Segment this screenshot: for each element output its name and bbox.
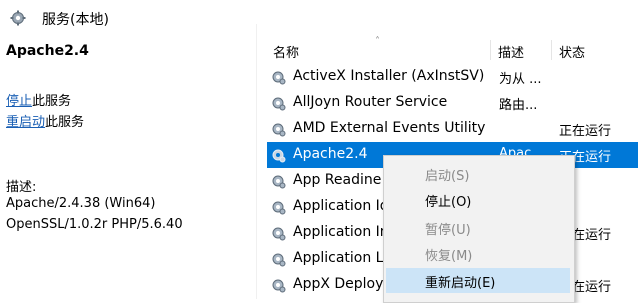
column-divider[interactable] [551, 40, 552, 60]
restart-action-suffix: 此服务 [45, 115, 85, 130]
service-row[interactable]: AllJoyn Router Service 路由... [267, 90, 638, 116]
sort-indicator-icon: ˄ [375, 36, 380, 47]
restart-service-link[interactable]: 重启动 [6, 115, 45, 130]
stop-action-suffix: 此服务 [32, 94, 72, 109]
description-label: 描述: [6, 180, 37, 195]
menu-item-start[interactable]: 启动(S) [386, 161, 570, 186]
menu-item-label: 重新启动(E) [425, 276, 496, 291]
service-row[interactable]: AMD External Events Utility 正在运行 [267, 116, 638, 142]
service-gear-icon [270, 69, 286, 85]
stop-service-link[interactable]: 停止 [6, 94, 32, 109]
service-gear-icon [270, 121, 286, 137]
service-name-cell: Apache2.4 [293, 146, 368, 162]
service-detail-pane: Apache2.4 停止此服务 重启动此服务 描述: Apache/2.4.38… [0, 36, 256, 299]
service-gear-icon [270, 225, 286, 241]
menu-item-resume[interactable]: 恢复(M) [386, 241, 570, 266]
service-name-cell: ActiveX Installer (AxInstSV) [293, 68, 485, 84]
menu-item-pause[interactable]: 暂停(U) [386, 215, 570, 240]
service-name-cell: Application L [293, 250, 384, 266]
description-line: OpenSSL/1.0.2r PHP/5.6.40 [6, 217, 183, 232]
service-gear-icon [270, 95, 286, 111]
context-menu: 启动(S) 停止(O) 暂停(U) 恢复(M) 重新启动(E) [383, 155, 575, 303]
column-divider[interactable] [490, 40, 491, 60]
stop-action-line: 停止此服务 [6, 90, 71, 109]
service-name-cell: App Readine [293, 172, 382, 188]
service-gear-icon [270, 199, 286, 215]
menu-item-label: 暂停(U) [425, 223, 471, 238]
service-name: Apache2.4 [6, 43, 89, 59]
menu-item-label: 停止(O) [425, 195, 472, 210]
service-name-cell: AMD External Events Utility [293, 120, 486, 136]
service-name-cell: AppX Deploy [293, 276, 384, 292]
menu-item-stop[interactable]: 停止(O) [386, 187, 570, 212]
service-status-cell: 正在运行 [559, 124, 612, 139]
description-line: Apache/2.4.38 (Win64) [6, 196, 156, 211]
service-desc-cell: 路由... [499, 98, 538, 113]
menu-item-label: 恢复(M) [425, 249, 473, 264]
service-name-cell: AllJoyn Router Service [293, 94, 448, 110]
column-header-status[interactable]: 状态 [559, 42, 585, 61]
service-row[interactable]: ActiveX Installer (AxInstSV) 为从 ... [267, 64, 638, 90]
service-name-cell: Application Id [293, 198, 389, 214]
service-gear-icon [270, 147, 286, 163]
column-header-row: ˄ 名称 描述 状态 [257, 36, 638, 62]
menu-item-restart[interactable]: 重新启动(E) [386, 268, 570, 293]
service-gear-icon [270, 277, 286, 293]
gear-icon [10, 10, 26, 26]
pane-title: 服务(本地) [42, 12, 109, 28]
service-desc-cell: 为从 ... [499, 72, 542, 87]
restart-action-line: 重启动此服务 [6, 111, 84, 130]
service-gear-icon [270, 173, 286, 189]
menu-item-label: 启动(S) [425, 169, 470, 184]
service-gear-icon [270, 251, 286, 267]
service-name-cell: Application In [293, 224, 389, 240]
column-header-description[interactable]: 描述 [498, 42, 524, 61]
column-header-name[interactable]: 名称 [273, 42, 299, 61]
